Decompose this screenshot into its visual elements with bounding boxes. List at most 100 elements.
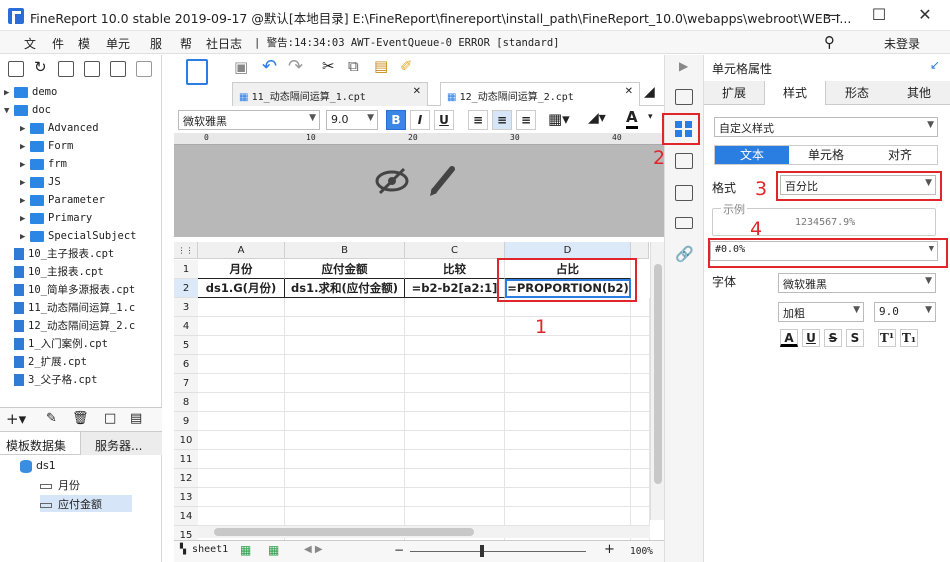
row-header[interactable]: 10 (174, 431, 198, 450)
menu-community-log[interactable]: 社日志 (206, 35, 242, 52)
empty-cell[interactable] (505, 450, 631, 469)
cell-a2[interactable]: ds1.G(月份) (198, 279, 285, 298)
empty-cell[interactable] (405, 412, 505, 431)
close-tab-icon[interactable]: ✕ (413, 86, 421, 97)
empty-cell[interactable] (405, 450, 505, 469)
vertical-scrollbar[interactable] (650, 242, 664, 520)
border-icon[interactable]: ▦▾ (548, 110, 570, 128)
fill-color-icon[interactable]: ◢▾ (588, 110, 606, 126)
empty-cell[interactable] (631, 450, 650, 469)
tree-folder[interactable]: ▼ doc (4, 101, 51, 119)
menu-server[interactable]: 服 (150, 35, 162, 52)
empty-cell[interactable] (198, 431, 285, 450)
empty-cell[interactable] (505, 317, 631, 336)
underline-style-button[interactable]: U (802, 329, 820, 347)
cell-b1[interactable]: 应付金额 (285, 260, 405, 279)
empty-cell[interactable] (405, 507, 505, 526)
empty-cell[interactable] (631, 488, 650, 507)
empty-cell[interactable] (405, 488, 505, 507)
empty-cell[interactable] (198, 355, 285, 374)
select-all-corner[interactable]: ⋮⋮ (174, 242, 198, 259)
menu-file[interactable]: 文 (24, 35, 36, 52)
empty-cell[interactable] (198, 336, 285, 355)
menu-template[interactable]: 件 (52, 35, 64, 52)
style-mode-select[interactable]: 自定义样式 ▼ (714, 117, 938, 137)
tab-server-dataset[interactable]: 服务器... (80, 432, 162, 455)
align-right-button[interactable]: ≡ (516, 110, 536, 130)
expand-arrow-icon[interactable]: ▶ (20, 120, 30, 138)
empty-cell[interactable] (505, 355, 631, 374)
empty-cell[interactable] (405, 431, 505, 450)
cell-c1[interactable]: 比较 (405, 260, 505, 279)
row-header[interactable]: 9 (174, 412, 198, 431)
expand-arrow-icon[interactable]: ▶ (20, 228, 30, 246)
italic-button[interactable]: I (410, 110, 430, 130)
subtab-text[interactable]: 文本 (715, 146, 789, 164)
empty-cell[interactable] (285, 374, 405, 393)
sheet-tab[interactable]: ▚ sheet1 (180, 544, 228, 555)
bold-button[interactable]: B (386, 110, 406, 130)
close-tab-icon[interactable]: ✕ (625, 86, 633, 97)
empty-cell[interactable] (505, 469, 631, 488)
row-header[interactable]: 7 (174, 374, 198, 393)
column-header-d[interactable]: D (505, 242, 631, 259)
empty-cell[interactable] (631, 336, 650, 355)
settings-icon[interactable] (84, 61, 100, 77)
empty-cell[interactable] (198, 393, 285, 412)
empty-cell[interactable] (405, 469, 505, 488)
empty-cell[interactable] (405, 374, 505, 393)
column-header-b[interactable]: B (285, 242, 405, 259)
tree-file[interactable]: 2_扩展.cpt (4, 353, 87, 371)
tree-file[interactable]: 12_动态隔间运算_2.c (4, 317, 135, 335)
font-select[interactable]: 微软雅黑 ▼ (778, 273, 936, 293)
font-weight-select[interactable]: 加粗 ▼ (778, 302, 864, 322)
empty-cell[interactable] (285, 393, 405, 412)
cell-element-icon[interactable] (675, 153, 693, 169)
empty-cell[interactable] (505, 507, 631, 526)
dataset-ds1[interactable]: ds1 (20, 459, 56, 473)
menu-help[interactable]: 帮 (180, 35, 192, 52)
empty-cell[interactable] (631, 412, 650, 431)
tree-file[interactable]: 10_主子报表.cpt (4, 245, 114, 263)
trash-icon[interactable]: 🗑 (72, 411, 89, 426)
tab-template-dataset[interactable]: 模板数据集 (6, 437, 66, 454)
horizontal-scrollbar[interactable] (198, 526, 650, 538)
empty-cell[interactable] (285, 336, 405, 355)
align-center-button[interactable]: ≡ (492, 110, 512, 130)
shadow-button[interactable]: S (846, 329, 864, 347)
delete-icon[interactable] (110, 61, 126, 77)
font-color-icon[interactable]: A (626, 108, 638, 129)
zoom-slider[interactable] (410, 551, 586, 552)
tree-folder[interactable]: ▶ demo (4, 83, 57, 101)
empty-cell[interactable] (405, 317, 505, 336)
empty-cell[interactable] (285, 431, 405, 450)
zoom-out-button[interactable]: − (394, 543, 404, 557)
tab-other[interactable]: 其他 (888, 81, 950, 105)
row-header[interactable]: 11 (174, 450, 198, 469)
widget-icon[interactable] (675, 185, 693, 201)
column-header-a[interactable]: A (198, 242, 285, 259)
tab-expand[interactable]: 扩展 (704, 81, 764, 105)
empty-cell[interactable] (505, 393, 631, 412)
tab-shape[interactable]: 形态 (826, 81, 888, 105)
cut-icon[interactable]: ✂ (322, 57, 335, 75)
empty-cell[interactable] (505, 488, 631, 507)
field-month[interactable]: 月份 (40, 477, 80, 493)
font-size-select-panel[interactable]: 9.0 ▼ (874, 302, 936, 322)
empty-cell[interactable] (198, 488, 285, 507)
tree-file[interactable]: 11_动态隔间运算_1.c (4, 299, 135, 317)
expand-arrow-icon[interactable]: ▶ (20, 156, 30, 174)
tree-folder[interactable]: ▶ JS (20, 173, 61, 191)
font-color-button[interactable]: A (780, 329, 798, 347)
empty-cell[interactable] (631, 317, 650, 336)
tree-file[interactable]: 10_简单多源报表.cpt (4, 281, 135, 299)
expand-arrow-icon[interactable]: ▶ (20, 210, 30, 228)
cell-a1[interactable]: 月份 (198, 260, 285, 279)
expand-arrow-icon[interactable]: ▶ (4, 84, 14, 102)
empty-cell[interactable] (198, 317, 285, 336)
condition-icon[interactable] (675, 217, 693, 229)
paste-icon[interactable]: ▤ (374, 57, 388, 75)
empty-cell[interactable] (285, 317, 405, 336)
maximize-button[interactable]: ☐ (864, 4, 894, 26)
layout-icon[interactable] (675, 89, 693, 105)
